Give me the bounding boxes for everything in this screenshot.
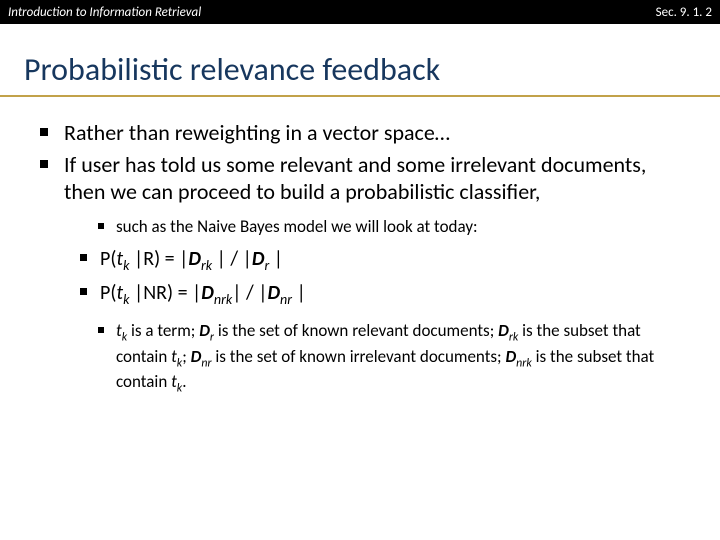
bullet-2-sub1: such as the Naive Bayes model we will lo… [98, 216, 688, 239]
d-nr5: nr [201, 356, 211, 370]
slide-title: Probabilistic relevance feedback [0, 24, 720, 97]
f2-Dnrk-D: D [201, 281, 214, 305]
f1-Drk-rk: rk [201, 257, 212, 274]
bullet-2-sublist: such as the Naive Bayes model we will lo… [98, 216, 688, 239]
d-nrk6: nrk [516, 356, 532, 370]
f2-Dnr-D: D [267, 281, 280, 305]
f1-end: | [269, 247, 283, 271]
definitions: tk is a term; Dr is the set of known rel… [98, 320, 688, 396]
f2-prefix: P( [100, 281, 116, 305]
d-D2: D [199, 320, 210, 341]
d-D5: D [191, 346, 202, 367]
slide-header: Introduction to Information Retrieval Se… [0, 0, 720, 24]
d-rest7: . [182, 371, 186, 392]
slide-content: Rather than reweighting in a vector spac… [0, 119, 720, 397]
f1-prefix: P( [100, 247, 116, 271]
f2-Dnr-nr: nr [280, 291, 292, 308]
f1-mid: |R) = | [129, 247, 188, 271]
bullet-2: If user has told us some relevant and so… [40, 151, 688, 397]
d-D3: D [498, 320, 509, 341]
f1-mid2: | / | [212, 247, 252, 271]
bullet-2-text: If user has told us some relevant and so… [64, 151, 646, 206]
d-D6: D [505, 346, 516, 367]
f2-mid: |NR) = | [129, 281, 201, 305]
formula-list: P(tk |R) = |Drk | / |Dr | P(tk |NR) = |D… [80, 246, 688, 310]
f1-Drk-D: D [188, 247, 201, 271]
d-rest4: ; [182, 346, 190, 367]
f1-Dr-D: D [252, 247, 265, 271]
bullet-1: Rather than reweighting in a vector spac… [40, 119, 688, 147]
header-right: Sec. 9. 1. 2 [656, 5, 712, 20]
header-left: Introduction to Information Retrieval [8, 5, 201, 20]
d-r1: is a term; [127, 320, 199, 341]
d-rest2: is the set of known relevant documents; [214, 320, 498, 341]
formula-2: P(tk |NR) = |Dnrk| / |Dnr | [80, 280, 688, 310]
definitions-list: tk is a term; Dr is the set of known rel… [98, 320, 688, 396]
d-rk3: rk [509, 331, 518, 345]
formula-1: P(tk |R) = |Drk | / |Dr | [80, 246, 688, 276]
f2-Dnrk-nrk: nrk [214, 291, 232, 308]
f2-mid2: | / | [232, 281, 267, 305]
f2-end: | [292, 281, 306, 305]
bullet-list: Rather than reweighting in a vector spac… [40, 119, 688, 397]
d-rest5: is the set of known irrelevant documents… [212, 346, 506, 367]
